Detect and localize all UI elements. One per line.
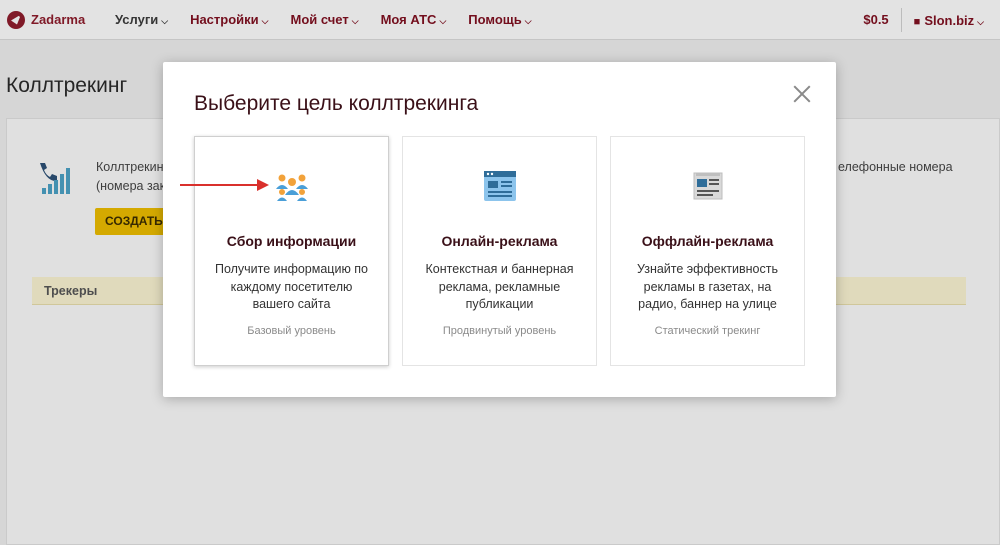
goal-card-offline-ads[interactable]: Оффлайн-реклама Узнайте эффективность ре… <box>610 136 805 366</box>
goal-cards: Сбор информации Получите информацию по к… <box>194 136 806 366</box>
newspaper-icon <box>693 172 722 200</box>
goal-card-info-collection[interactable]: Сбор информации Получите информацию по к… <box>194 136 389 366</box>
card-level: Продвинутый уровень <box>442 325 557 337</box>
card-title: Онлайн-реклама <box>441 233 558 249</box>
people-group-icon <box>275 174 308 201</box>
card-title: Сбор информации <box>226 233 357 249</box>
calltracking-goal-modal: Выберите цель коллтрекинга Сбор информац… <box>163 62 836 397</box>
browser-window-icon <box>483 171 516 201</box>
card-level: Базовый уровень <box>247 325 336 337</box>
close-icon[interactable] <box>792 84 812 104</box>
goal-card-online-ads[interactable]: Онлайн-реклама Контекстная и баннерная р… <box>402 136 597 366</box>
modal-title: Выберите цель коллтрекинга <box>194 92 479 115</box>
card-description: Узнайте эффективность рекламы в газетах,… <box>636 262 778 311</box>
card-title: Оффлайн-реклама <box>641 233 774 249</box>
card-description: Контекстная и баннерная реклама, рекламн… <box>425 262 574 311</box>
annotation-arrow-icon <box>180 179 269 191</box>
card-level: Статический трекинг <box>654 325 761 337</box>
card-description: Получите информацию по каждому посетител… <box>214 262 369 311</box>
